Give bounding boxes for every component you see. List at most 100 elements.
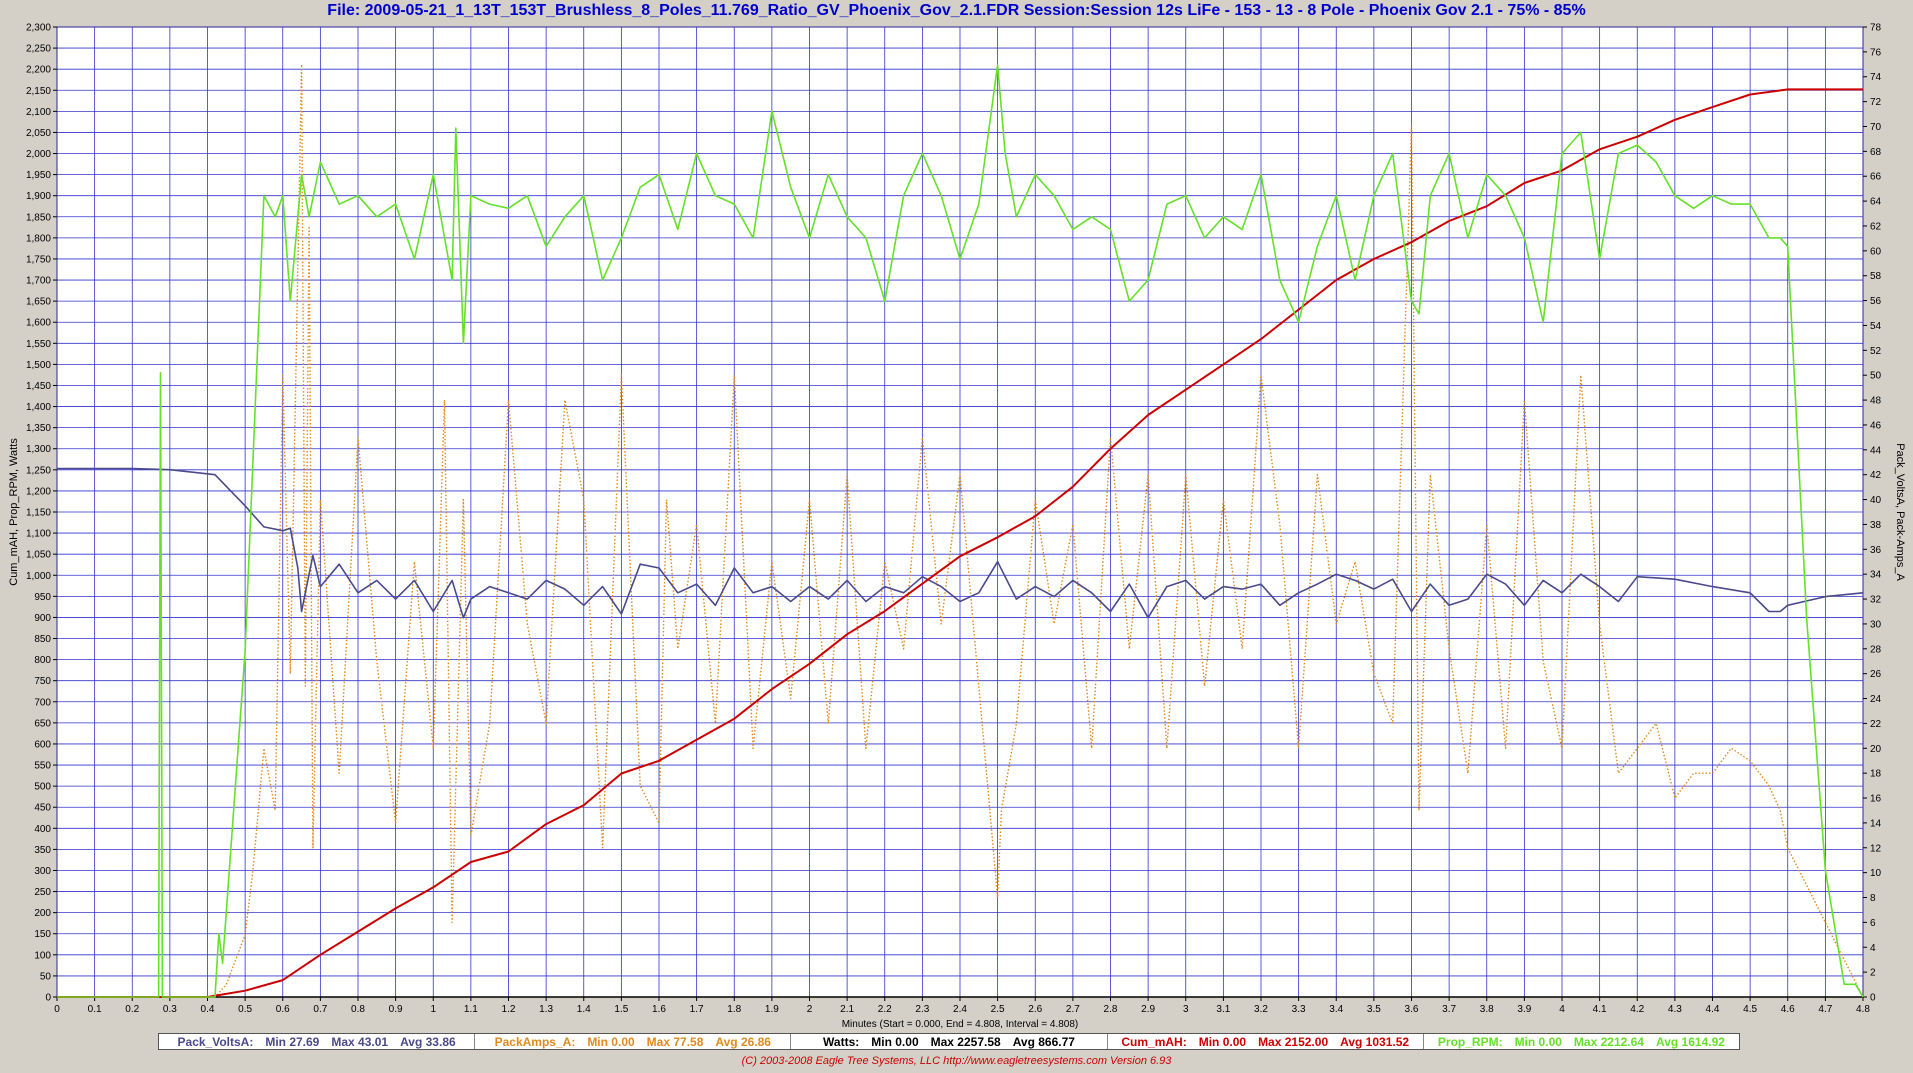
y-right-tick-label: 58 — [1870, 271, 1882, 282]
y-left-tick-label: 2,150 — [26, 86, 51, 97]
y-right-tick-label: 34 — [1870, 570, 1882, 581]
y-left-tick-label: 200 — [34, 908, 51, 919]
y-right-tick-label: 56 — [1870, 296, 1882, 307]
x-tick-label: 3.7 — [1442, 1004, 1456, 1015]
y-right-tick-label: 60 — [1870, 246, 1882, 257]
y-left-tick-label: 2,000 — [26, 149, 51, 160]
y-left-tick-label: 1,450 — [26, 381, 51, 392]
x-tick-label: 0.1 — [88, 1004, 102, 1015]
y-left-axis-label: Cum_mAH, Prop_RPM, Watts — [8, 438, 20, 586]
x-tick-label: 4.5 — [1743, 1004, 1757, 1015]
legend-series-name: Prop_RPM: — [1437, 1034, 1503, 1049]
y-left-tick-label: 1,750 — [26, 254, 51, 265]
x-tick-label: 0.4 — [201, 1004, 215, 1015]
copyright-footer: (C) 2003-2008 Eagle Tree Systems, LLC ht… — [741, 1055, 1172, 1067]
y-left-tick-label: 350 — [34, 845, 51, 856]
y-right-tick-label: 68 — [1870, 147, 1882, 158]
y-left-tick-label: 1,800 — [26, 233, 51, 244]
y-right-axis-ticks: 0246810121416182022242628303234363840424… — [1863, 23, 1882, 1004]
x-tick-label: 3.9 — [1517, 1004, 1531, 1015]
y-left-tick-label: 1,650 — [26, 297, 51, 308]
legend-stat: Max 2212.64 — [1573, 1034, 1644, 1049]
y-right-tick-label: 26 — [1870, 669, 1882, 680]
x-tick-label: 2.2 — [878, 1004, 892, 1015]
y-left-tick-label: 400 — [34, 824, 51, 835]
y-right-tick-label: 0 — [1870, 993, 1876, 1004]
legend-stat: Min 0.00 — [1198, 1034, 1247, 1049]
x-tick-label: 3.1 — [1216, 1004, 1230, 1015]
legend-series-name: Pack_VoltsA: — [177, 1034, 254, 1049]
y-right-tick-label: 62 — [1870, 221, 1882, 232]
x-tick-label: 2.3 — [915, 1004, 929, 1015]
y-right-tick-label: 66 — [1870, 172, 1882, 183]
x-tick-label: 4.2 — [1630, 1004, 1644, 1015]
y-right-tick-label: 64 — [1870, 197, 1882, 208]
x-tick-label: 4.7 — [1818, 1004, 1832, 1015]
legend-item: Pack_VoltsA: Min 27.69 Max 43.01 Avg 33.86 — [159, 1034, 476, 1049]
x-tick-label: 1.9 — [765, 1004, 779, 1015]
y-left-tick-label: 1,350 — [26, 423, 51, 434]
x-tick-label: 4.1 — [1593, 1004, 1607, 1015]
y-left-tick-label: 1,500 — [26, 360, 51, 371]
y-right-tick-label: 48 — [1870, 396, 1882, 407]
legend-stat: Avg 1614.92 — [1655, 1034, 1725, 1049]
legend-stat: Min 0.00 — [1514, 1034, 1562, 1049]
x-tick-label: 1.6 — [652, 1004, 666, 1015]
x-tick-label: 3.6 — [1405, 1004, 1419, 1015]
x-tick-label: 3.2 — [1254, 1004, 1268, 1015]
y-right-tick-label: 8 — [1870, 893, 1876, 904]
y-left-tick-label: 150 — [34, 929, 51, 940]
y-left-tick-label: 50 — [40, 971, 52, 982]
y-right-tick-label: 18 — [1870, 769, 1882, 780]
x-tick-label: 2.4 — [953, 1004, 967, 1015]
y-right-tick-label: 76 — [1870, 47, 1882, 58]
y-right-tick-label: 16 — [1870, 794, 1882, 805]
y-left-tick-label: 1,700 — [26, 276, 51, 287]
x-tick-label: 0.3 — [163, 1004, 177, 1015]
y-right-tick-label: 32 — [1870, 595, 1882, 606]
y-left-tick-label: 1,000 — [26, 571, 51, 582]
y-right-tick-label: 46 — [1870, 420, 1882, 431]
y-left-tick-label: 950 — [34, 592, 51, 603]
legend-item: Cum_mAH: Min 0.00 Max 2152.00 Avg 1031.52 — [1108, 1034, 1424, 1049]
x-tick-label: 0.6 — [276, 1004, 290, 1015]
y-left-tick-label: 550 — [34, 761, 51, 772]
y-left-tick-label: 2,100 — [26, 107, 51, 118]
x-tick-label: 3 — [1183, 1004, 1189, 1015]
x-tick-label: 4.4 — [1706, 1004, 1720, 1015]
x-tick-label: 0.8 — [351, 1004, 365, 1015]
y-left-tick-label: 1,900 — [26, 191, 51, 202]
x-tick-label: 2.5 — [991, 1004, 1005, 1015]
y-right-tick-label: 30 — [1870, 619, 1882, 630]
legend-item: PackAmps_A: Min 0.00 Max 77.58 Avg 26.86 — [475, 1034, 792, 1049]
y-right-tick-label: 50 — [1870, 371, 1882, 382]
x-tick-label: 2.1 — [840, 1004, 854, 1015]
y-right-tick-label: 14 — [1870, 818, 1882, 829]
y-left-tick-label: 650 — [34, 718, 51, 729]
y-right-tick-label: 2 — [1870, 968, 1876, 979]
x-tick-label: 4.3 — [1668, 1004, 1682, 1015]
y-right-tick-label: 28 — [1870, 644, 1882, 655]
legend-stat: Max 2257.58 — [930, 1034, 1001, 1049]
legend-stat: Avg 1031.52 — [1340, 1034, 1410, 1049]
y-right-tick-label: 78 — [1870, 23, 1882, 34]
legend-item: Prop_RPM: Min 0.00 Max 2212.64 Avg 1614.92 — [1424, 1034, 1739, 1049]
legend-stat: Avg 33.86 — [400, 1034, 456, 1049]
legend-stat: Max 43.01 — [331, 1034, 389, 1049]
y-left-tick-label: 800 — [34, 655, 51, 666]
y-left-tick-label: 2,200 — [26, 65, 51, 76]
x-tick-label: 1 — [430, 1004, 436, 1015]
y-right-tick-label: 52 — [1870, 346, 1882, 357]
x-tick-label: 2.6 — [1028, 1004, 1042, 1015]
y-left-tick-label: 2,250 — [26, 44, 51, 55]
y-left-tick-label: 900 — [34, 613, 51, 624]
y-right-tick-label: 12 — [1870, 843, 1882, 854]
y-left-tick-label: 0 — [45, 993, 51, 1004]
legend-stat: Avg 26.86 — [715, 1034, 771, 1049]
x-tick-label: 1.1 — [464, 1004, 478, 1015]
y-right-tick-label: 36 — [1870, 545, 1882, 556]
x-tick-label: 0.7 — [313, 1004, 327, 1015]
legend-stat: Max 77.58 — [646, 1034, 704, 1049]
y-left-tick-label: 300 — [34, 866, 51, 877]
y-left-tick-label: 1,600 — [26, 318, 51, 329]
